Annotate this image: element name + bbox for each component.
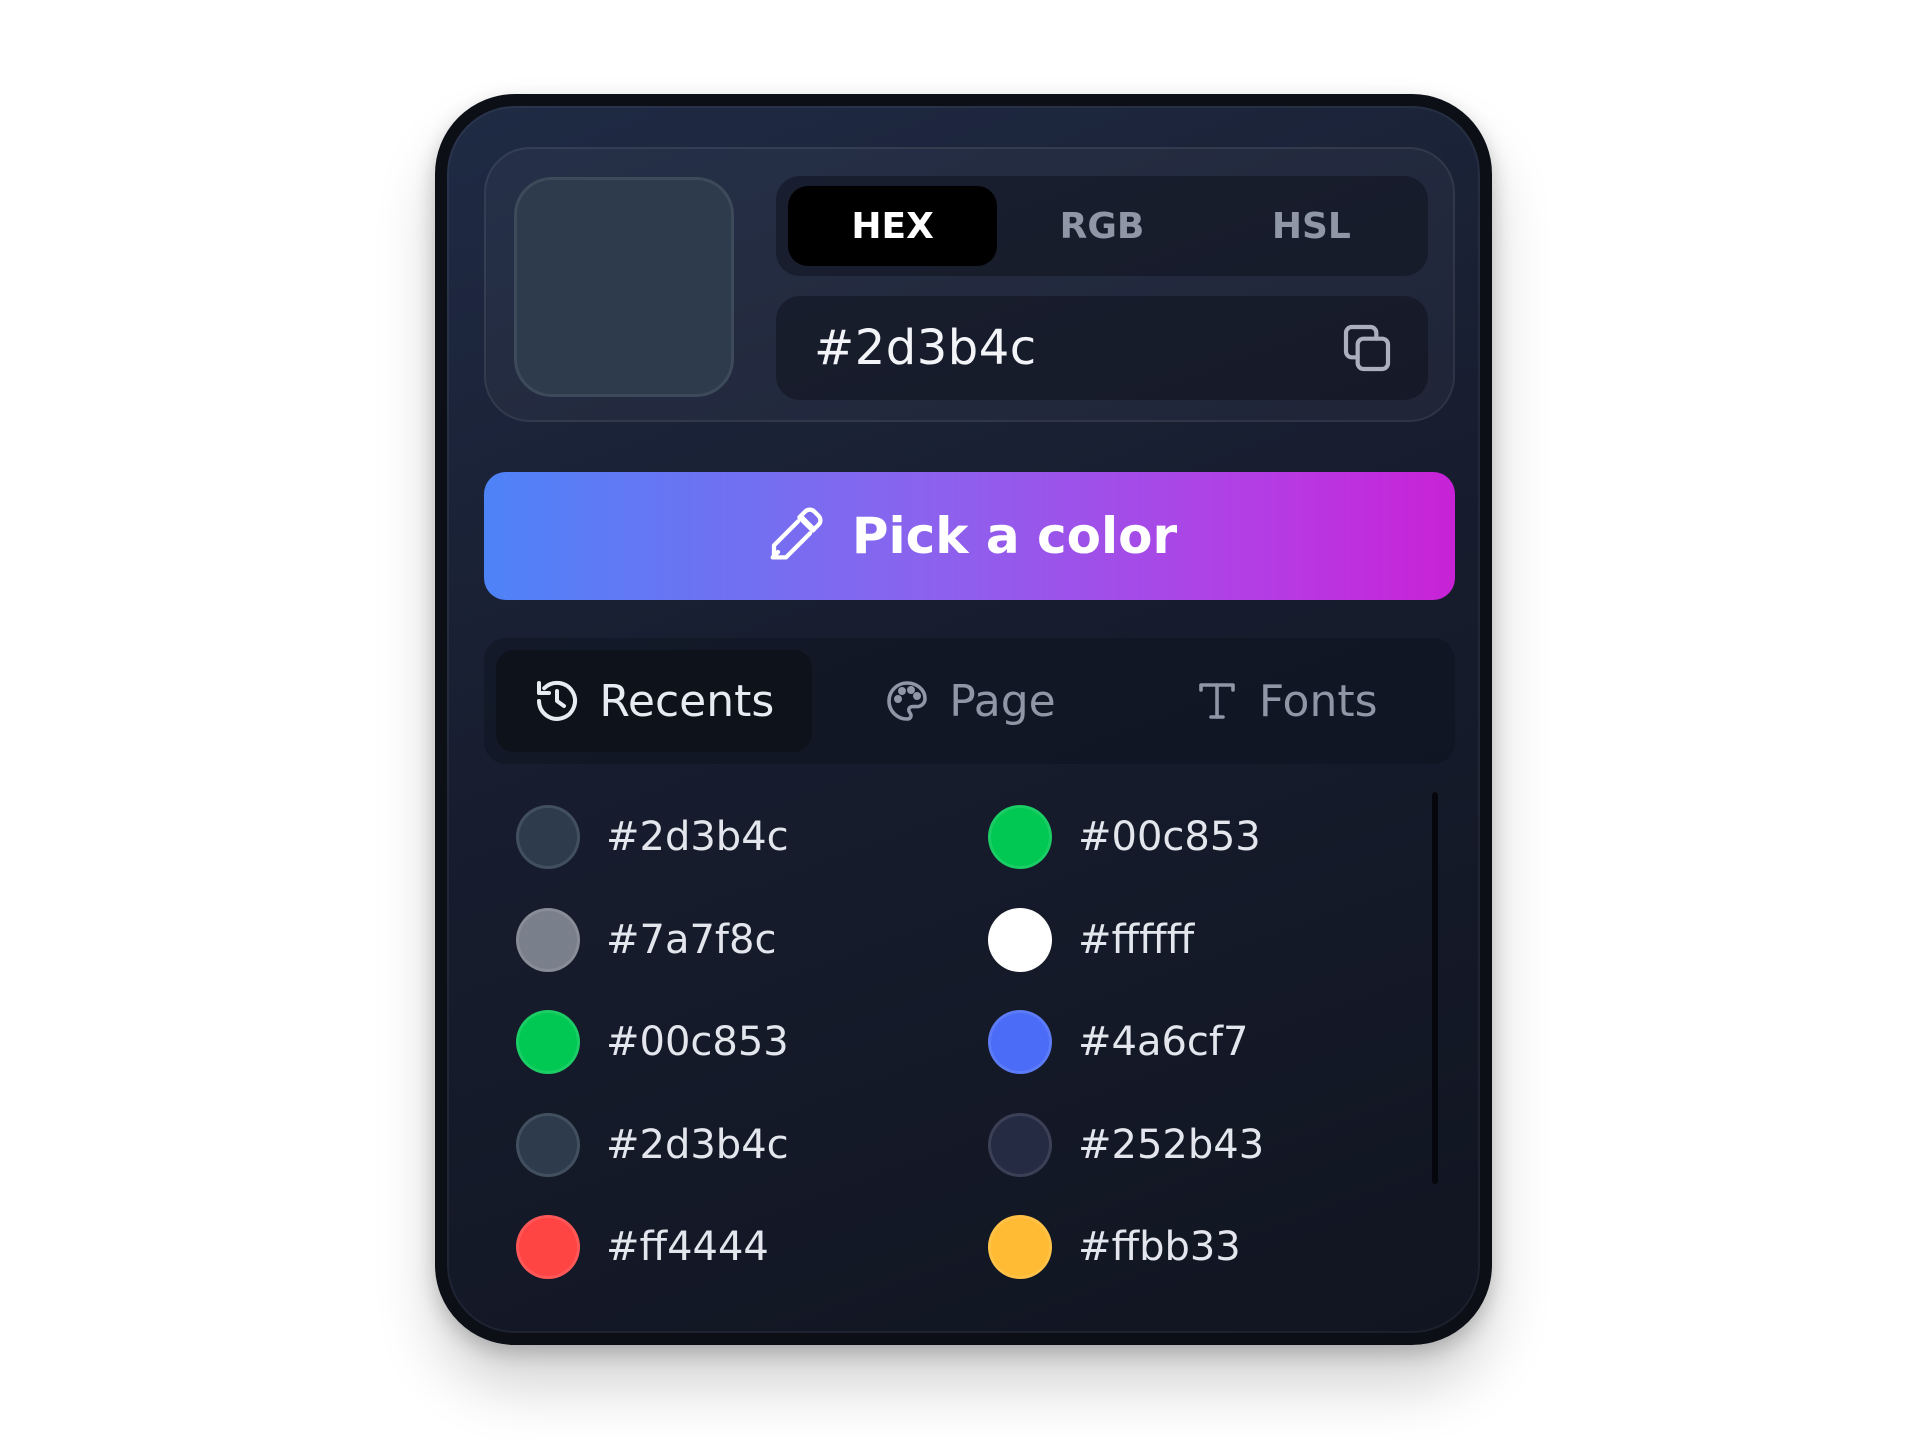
tab-page-label: Page bbox=[949, 675, 1056, 727]
pick-color-label: Pick a color bbox=[851, 507, 1178, 565]
recent-color-item[interactable]: #ffbb33 bbox=[988, 1196, 1416, 1299]
copy-icon bbox=[1343, 324, 1391, 372]
recent-color-item[interactable]: #ff4444 bbox=[516, 1196, 988, 1299]
recent-color-item[interactable]: #2d3b4c bbox=[516, 1094, 988, 1197]
palette-icon bbox=[887, 681, 928, 721]
recent-color-item[interactable]: #ffffff bbox=[988, 889, 1416, 992]
color-swatch-label: #4a6cf7 bbox=[1078, 1019, 1249, 1066]
copy-button[interactable] bbox=[1334, 315, 1400, 381]
pick-color-button[interactable]: Pick a color bbox=[484, 472, 1455, 600]
current-color-card: HEX RGB HSL #2d3b4c bbox=[484, 147, 1455, 422]
color-value-field[interactable]: #2d3b4c bbox=[776, 296, 1428, 400]
color-swatch-dot bbox=[516, 1010, 580, 1075]
tab-rgb[interactable]: RGB bbox=[997, 186, 1206, 266]
recent-color-item[interactable]: #00c853 bbox=[988, 786, 1416, 889]
color-swatch-dot bbox=[516, 907, 580, 972]
color-swatch-label: #00c853 bbox=[606, 1019, 789, 1066]
color-swatch-label: #ffbb33 bbox=[1078, 1224, 1241, 1271]
recent-color-item[interactable]: #4a6cf7 bbox=[988, 991, 1416, 1094]
recent-color-item[interactable]: #252b43 bbox=[988, 1094, 1416, 1197]
color-swatch-dot bbox=[988, 805, 1052, 870]
color-swatch-label: #252b43 bbox=[1078, 1121, 1265, 1168]
color-swatch-label: #7a7f8c bbox=[606, 916, 777, 963]
type-icon bbox=[1199, 683, 1235, 719]
color-swatch-label: #2d3b4c bbox=[606, 1121, 789, 1168]
color-swatch-label: #ff4444 bbox=[606, 1224, 769, 1271]
tab-fonts-label: Fonts bbox=[1258, 675, 1378, 727]
tab-recents-label: Recents bbox=[599, 675, 775, 727]
scrollbar-thumb[interactable] bbox=[1432, 792, 1438, 1184]
format-tabs: HEX RGB HSL bbox=[776, 176, 1428, 276]
recent-color-item[interactable]: #7a7f8c bbox=[516, 889, 988, 992]
color-swatch-dot bbox=[988, 1215, 1052, 1280]
tab-hsl[interactable]: HSL bbox=[1207, 186, 1416, 266]
tab-page[interactable]: Page bbox=[812, 650, 1128, 752]
history-icon bbox=[537, 680, 578, 721]
color-swatch-dot bbox=[988, 907, 1052, 972]
color-swatch-label: #2d3b4c bbox=[606, 814, 789, 861]
tab-fonts[interactable]: Fonts bbox=[1127, 650, 1443, 752]
color-swatch-dot bbox=[516, 805, 580, 870]
tab-recents[interactable]: Recents bbox=[496, 650, 812, 752]
source-tabs: Recents Page Fonts bbox=[484, 638, 1455, 764]
eyedropper-icon bbox=[770, 507, 823, 560]
color-preview-swatch bbox=[514, 177, 734, 397]
color-swatch-dot bbox=[516, 1215, 580, 1280]
color-swatch-dot bbox=[988, 1112, 1052, 1177]
color-swatch-dot bbox=[988, 1010, 1052, 1075]
color-swatch-dot bbox=[516, 1112, 580, 1177]
color-picker-popup: HEX RGB HSL #2d3b4c Pick a color Recents… bbox=[435, 94, 1492, 1345]
recent-colors-list: #2d3b4c #00c853 #7a7f8c #ffffff #00c853 #4a6c… bbox=[516, 786, 1416, 1299]
tab-hex[interactable]: HEX bbox=[788, 186, 998, 266]
color-value-text[interactable]: #2d3b4c bbox=[814, 320, 1334, 376]
color-swatch-label: #ffffff bbox=[1078, 916, 1195, 963]
color-swatch-label: #00c853 bbox=[1078, 814, 1261, 861]
recent-color-item[interactable]: #00c853 bbox=[516, 991, 988, 1094]
recent-color-item[interactable]: #2d3b4c bbox=[516, 786, 988, 889]
